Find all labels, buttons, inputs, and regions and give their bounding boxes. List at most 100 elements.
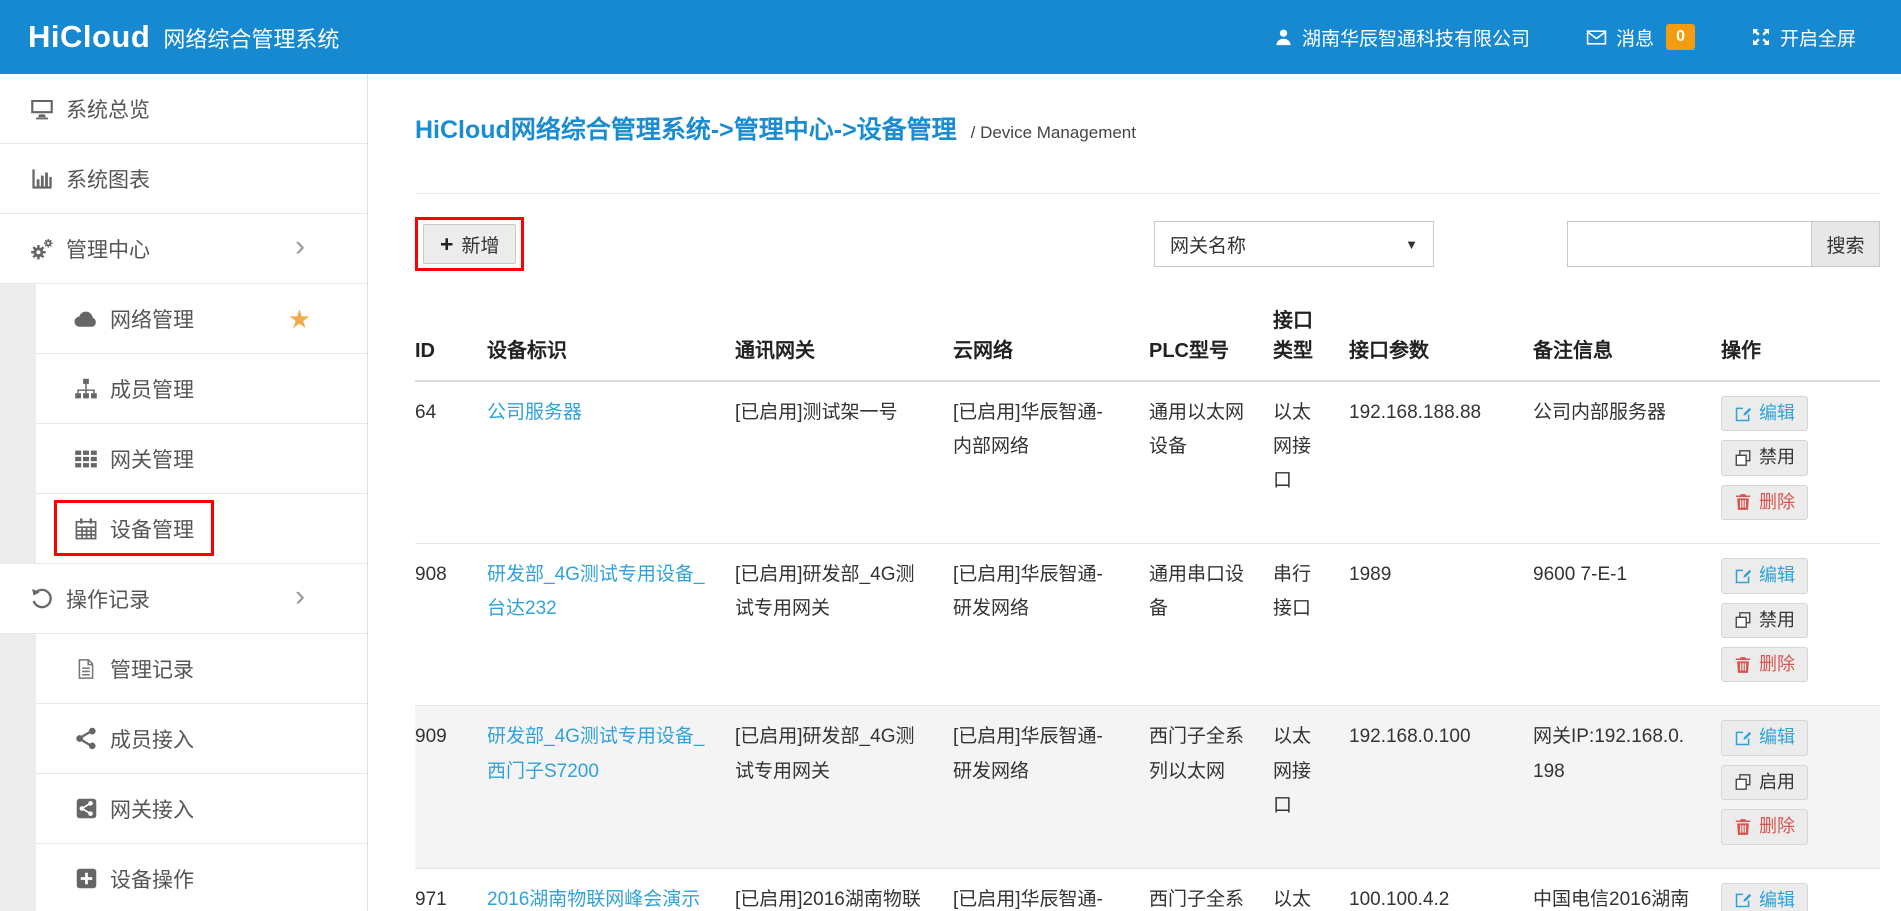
table-cell: 64: [415, 381, 487, 544]
search-button[interactable]: 搜索: [1811, 221, 1880, 267]
sidebar-item-系统总览[interactable]: 系统总览: [0, 74, 367, 144]
actions-cell: 编辑禁用删除: [1721, 381, 1880, 544]
sidebar-item-管理记录[interactable]: 管理记录: [0, 634, 367, 704]
action-label: 删除: [1759, 653, 1795, 676]
table-cell: [已启用]研发部_4G测试专用网关: [735, 706, 953, 868]
table-header-row: ID设备标识通讯网关云网络PLC型号接口类型接口参数备注信息操作: [415, 292, 1880, 381]
sidebar-item-管理中心[interactable]: 管理中心›: [0, 214, 367, 284]
fullscreen-toggle[interactable]: 开启全屏: [1751, 24, 1856, 51]
search-group: 搜索: [1567, 221, 1880, 267]
action-label: 启用: [1759, 771, 1795, 794]
submenu-indent: [0, 424, 36, 494]
add-button[interactable]: + 新增: [423, 224, 516, 264]
table-cell: 908: [415, 544, 487, 706]
edit-button[interactable]: 编辑: [1721, 883, 1808, 911]
sidebar-item-label: 网关接入: [110, 794, 194, 824]
device-link[interactable]: 研发部_4G测试专用设备_台达232: [487, 564, 704, 619]
submenu-indent: [0, 494, 36, 564]
main-content: HiCloud网络综合管理系统->管理中心->设备管理 / Device Man…: [368, 74, 1901, 911]
column-header-ID: ID: [415, 292, 487, 381]
sidebar-item-设备操作[interactable]: 设备操作: [0, 844, 367, 911]
sidebar-item-成员接入[interactable]: 成员接入: [0, 704, 367, 774]
edit-button[interactable]: 编辑: [1721, 558, 1808, 593]
share-square-icon: [72, 797, 100, 820]
action-label: 编辑: [1759, 889, 1795, 911]
sidebar-item-网络管理[interactable]: 网络管理★: [0, 284, 367, 354]
device-link[interactable]: 2016湖南物联网峰会演示箱: [487, 889, 700, 911]
column-header-接口类型: 接口类型: [1273, 292, 1349, 381]
sidebar-item-成员管理[interactable]: 成员管理: [0, 354, 367, 424]
top-header-bar: HiCloud 网络综合管理系统 湖南华辰智通科技有限公司 消息 0 开启全屏: [0, 0, 1901, 74]
delete-button[interactable]: 删除: [1721, 809, 1808, 844]
messages-label: 消息: [1616, 24, 1654, 51]
column-header-接口参数: 接口参数: [1349, 292, 1533, 381]
sidebar-item-label: 网关管理: [110, 444, 194, 474]
device-cell: 2016湖南物联网峰会演示箱: [487, 868, 735, 911]
submenu-indent: [0, 634, 36, 704]
chevron-right-icon: ›: [295, 581, 305, 611]
logo-subtitle: 网络综合管理系统: [163, 22, 339, 54]
delete-button[interactable]: 删除: [1721, 485, 1808, 520]
sidebar-item-网关管理[interactable]: 网关管理: [0, 424, 367, 494]
edit-icon: [1734, 729, 1752, 747]
app-logo[interactable]: HiCloud 网络综合管理系统: [0, 19, 339, 55]
table-cell: 以太网接口: [1273, 381, 1349, 544]
table-cell: 串行接口: [1273, 544, 1349, 706]
table-body: 64公司服务器[已启用]测试架一号[已启用]华辰智通-内部网络通用以太网设备以太…: [415, 381, 1880, 911]
table-cell: 通用以太网设备: [1149, 381, 1273, 544]
breadcrumb-subtitle: / Device Management: [971, 123, 1136, 142]
share-icon: [72, 727, 100, 750]
filter-select[interactable]: 网关名称 ▼: [1154, 221, 1434, 267]
header-right-group: 湖南华辰智通科技有限公司 消息 0 开启全屏: [1274, 24, 1901, 51]
plus-square-icon: [72, 867, 100, 890]
table-cell: 192.168.188.88: [1349, 381, 1533, 544]
sidebar-item-操作记录[interactable]: 操作记录 ›: [0, 564, 367, 634]
company-name: 湖南华辰智通科技有限公司: [1302, 24, 1530, 51]
breadcrumb-path: HiCloud网络综合管理系统->管理中心->设备管理: [415, 116, 957, 144]
sidebar-item-label: 成员管理: [110, 374, 194, 404]
table-cell: 通用串口设备: [1149, 544, 1273, 706]
toggle-button[interactable]: 禁用: [1721, 440, 1808, 475]
table-cell: 网关IP:192.168.0.198: [1533, 706, 1721, 868]
sidebar-item-设备管理[interactable]: 设备管理: [0, 494, 367, 564]
plus-icon: +: [440, 233, 453, 256]
delete-icon: [1734, 656, 1752, 674]
column-header-备注信息: 备注信息: [1533, 292, 1721, 381]
edit-button[interactable]: 编辑: [1721, 396, 1808, 431]
toggle-button[interactable]: 禁用: [1721, 603, 1808, 638]
table-cell: 以太网接口: [1273, 868, 1349, 911]
sidebar-item-label: 操作记录: [66, 584, 150, 614]
device-link[interactable]: 研发部_4G测试专用设备_西门子S7200: [487, 726, 704, 781]
submenu-indent: [0, 844, 36, 911]
actions-cell: 编辑禁用删除: [1721, 544, 1880, 706]
messages-menu[interactable]: 消息 0: [1586, 24, 1695, 51]
actions-cell: 编辑启用删除: [1721, 706, 1880, 868]
sidebar-item-系统图表[interactable]: 系统图表: [0, 144, 367, 214]
table-cell: [已启用]测试架一号: [735, 381, 953, 544]
table-cell: 9600 7-E-1: [1533, 544, 1721, 706]
table-cell: 909: [415, 706, 487, 868]
toggle-button[interactable]: 启用: [1721, 765, 1808, 800]
company-menu[interactable]: 湖南华辰智通科技有限公司: [1274, 24, 1530, 51]
column-header-通讯网关: 通讯网关: [735, 292, 953, 381]
search-input[interactable]: [1567, 221, 1812, 267]
submenu-indent: [0, 354, 36, 424]
device-cell: 研发部_4G测试专用设备_台达232: [487, 544, 735, 706]
table-cell: [已启用]华辰智通-研发网络: [953, 706, 1149, 868]
filter-select-value: 网关名称: [1170, 231, 1246, 258]
device-link[interactable]: 公司服务器: [487, 402, 582, 423]
sidebar-item-网关接入[interactable]: 网关接入: [0, 774, 367, 844]
table-cell: [已启用]华辰智通-内部网络: [953, 381, 1149, 544]
fullscreen-label: 开启全屏: [1780, 24, 1856, 51]
envelope-icon: [1586, 27, 1607, 48]
delete-button[interactable]: 删除: [1721, 647, 1808, 682]
actions-cell: 编辑启用: [1721, 868, 1880, 911]
table-cell: 中国电信2016湖南物联网峰会: [1533, 868, 1721, 911]
column-header-设备标识: 设备标识: [487, 292, 735, 381]
table-cell: 192.168.0.100: [1349, 706, 1533, 868]
edit-button[interactable]: 编辑: [1721, 720, 1808, 755]
sidebar-item-label: 管理记录: [110, 654, 194, 684]
grid-icon: [72, 447, 100, 471]
logo-text: HiCloud: [28, 19, 150, 55]
table-cell: 西门子全系列以太网: [1149, 706, 1273, 868]
